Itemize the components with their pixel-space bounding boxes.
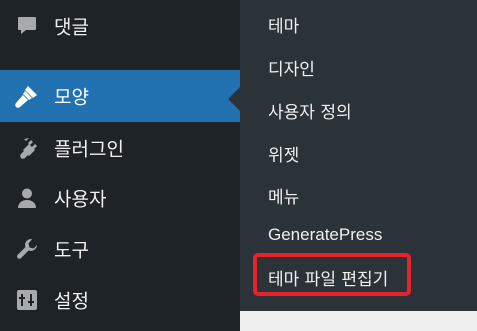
settings-icon	[14, 287, 40, 313]
admin-sidebar: 댓글 모양 플러그인 사용자 도구 설정	[0, 0, 240, 331]
comment-icon	[14, 13, 40, 39]
sidebar-item-label: 사용자	[54, 188, 107, 211]
submenu-pointer-arrow	[228, 87, 240, 111]
sidebar-item-tools[interactable]: 도구	[0, 223, 240, 275]
submenu-item-customize[interactable]: 사용자 정의	[268, 98, 352, 123]
sidebar-item-comments[interactable]: 댓글	[0, 0, 240, 52]
submenu-item-design[interactable]: 디자인	[268, 55, 315, 80]
sidebar-item-label: 댓글	[54, 16, 89, 39]
sidebar-item-label: 모양	[54, 86, 89, 109]
submenu-item-generatepress[interactable]: GeneratePress	[268, 225, 382, 245]
sidebar-item-settings[interactable]: 설정	[0, 274, 240, 326]
user-icon	[14, 185, 40, 211]
plugin-icon	[14, 135, 40, 161]
sidebar-item-label: 도구	[54, 239, 89, 262]
content-background	[240, 311, 477, 331]
sidebar-item-appearance[interactable]: 모양	[0, 70, 240, 122]
highlight-annotation-box	[253, 253, 411, 296]
sidebar-item-label: 플러그인	[54, 138, 124, 161]
submenu-item-widgets[interactable]: 위젯	[268, 141, 299, 166]
wrench-icon	[14, 236, 40, 262]
sidebar-item-users[interactable]: 사용자	[0, 172, 240, 224]
sidebar-item-label: 설정	[54, 290, 89, 313]
submenu-item-themes[interactable]: 테마	[268, 12, 299, 37]
appearance-brush-icon	[14, 83, 40, 109]
submenu-item-menus[interactable]: 메뉴	[268, 183, 299, 208]
sidebar-item-plugins[interactable]: 플러그인	[0, 122, 240, 174]
